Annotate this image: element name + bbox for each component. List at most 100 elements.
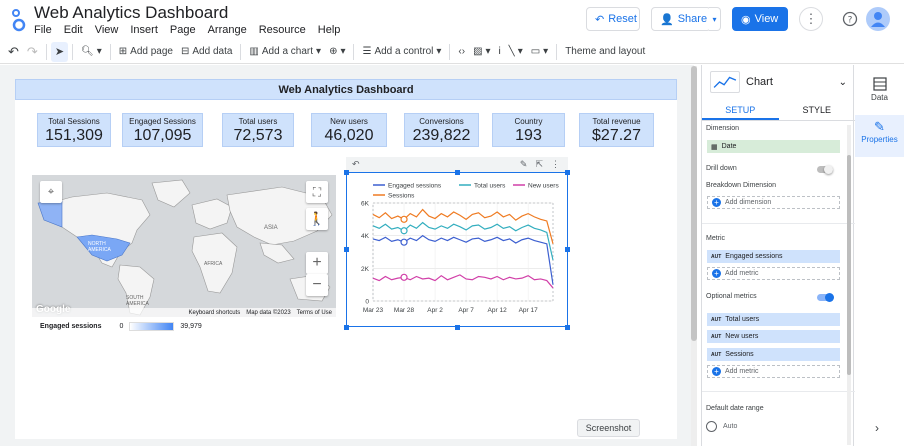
scorecard-total-users[interactable]: Total users 72,573 [222,113,294,147]
chart-export-icon[interactable]: ⇱ [535,159,543,170]
metric-chip-engaged-sessions[interactable]: AUT Engaged sessions [707,250,840,263]
caret-down-icon: ▾ [316,46,322,57]
scorecard-new-users[interactable]: New users 46,020 [311,113,387,147]
add-control-button[interactable]: ☰ Add a control ▾ [358,42,445,62]
report-header-text[interactable]: Web Analytics Dashboard [15,79,677,100]
embed-code-button[interactable]: ‹› [454,42,469,62]
map-pegman-button[interactable]: 🚶 [306,208,328,230]
keyboard-shortcuts-link[interactable]: Keyboard shortcuts [189,310,241,316]
more-options-button[interactable]: ⋮ [799,7,823,31]
panel-scrollbar-thumb[interactable] [847,155,851,375]
resize-handle-tl[interactable] [344,170,349,175]
chevron-down-icon[interactable]: ⌄ [839,77,847,88]
looker-studio-logo-icon[interactable] [10,8,26,32]
screenshot-tooltip: Screenshot [577,419,640,437]
dimension-chip-date[interactable]: ▦ Date [707,140,840,153]
redo-icon: ↷ [26,43,38,59]
menu-resource[interactable]: Resource [259,24,306,36]
scorecard-conversions[interactable]: Conversions 239,822 [404,113,479,147]
tab-style[interactable]: STYLE [779,99,856,120]
menu-file[interactable]: File [34,24,52,36]
resize-handle-tr[interactable] [565,170,570,175]
y-tick-label: 0 [365,299,369,306]
share-button[interactable]: 👤 Share [651,7,711,31]
add-page-icon: ⊞ [118,46,128,57]
account-avatar[interactable] [866,7,890,31]
chart-edit-icon[interactable]: ✎ [520,159,528,170]
shape-button[interactable]: ▭ ▾ [527,42,552,62]
menu-view[interactable]: View [95,24,119,36]
caret-down-icon: ▾ [543,46,549,57]
vertical-dots-icon: ⋮ [804,11,818,26]
zoom-button[interactable]: 🔍︎ ▾ [77,42,106,62]
drill-down-toggle[interactable] [817,165,833,174]
share-dropdown-button[interactable]: ▾ [709,7,721,31]
scorecard-engaged-sessions[interactable]: Engaged Sessions 107,095 [122,113,203,147]
community-viz-button[interactable]: ⊕ ▾ [325,42,349,62]
select-tool[interactable]: ➤ [50,41,69,62]
scorecard-country[interactable]: Country 193 [492,113,565,147]
text-icon: Ꭵ [498,46,501,57]
resize-handle-bm[interactable] [455,325,460,330]
legend-label: Sessions [388,193,415,200]
chart-more-icon[interactable]: ⋮ [551,159,560,170]
aut-badge: AUT [711,351,722,358]
menu-help[interactable]: Help [318,24,341,36]
redo-button[interactable]: ↷ [23,42,42,62]
optional-metric-new-users[interactable]: AUT New users [707,330,840,343]
canvas-scrollbar-thumb[interactable] [691,66,697,341]
menu-arrange[interactable]: Arrange [208,24,247,36]
optional-metrics-title: Optional metrics [706,293,757,300]
theme-layout-button[interactable]: Theme and layout [561,42,649,62]
optional-metric-total-users[interactable]: AUT Total users [707,313,840,326]
add-optional-metric-button[interactable]: + Add metric [707,365,840,378]
add-data-button[interactable]: ⊟ Add data [177,42,236,62]
add-chart-button[interactable]: ▥ Add a chart ▾ [245,42,325,62]
menu-page[interactable]: Page [170,24,196,36]
y-tick-label: 2K [361,266,370,273]
map-zoom-out-button[interactable]: − [306,274,328,296]
map-fullscreen-button[interactable]: ⛶ [306,181,328,203]
panel-scrollbar[interactable] [847,125,851,445]
chevron-right-icon[interactable]: › [875,421,879,435]
breakdown-title: Breakdown Dimension [706,182,777,189]
image-button[interactable]: ▨ ▾ [469,42,494,62]
scorecard-total-revenue[interactable]: Total revenue $27.27 [579,113,654,147]
add-metric-button[interactable]: + Add metric [707,267,840,280]
help-button[interactable]: ? [838,7,862,31]
resize-handle-br[interactable] [565,325,570,330]
scorecard-total-sessions[interactable]: Total Sessions 151,309 [37,113,111,147]
add-dimension-button[interactable]: + Add dimension [707,196,840,209]
view-button[interactable]: ◉ View [732,7,788,31]
map-zoom-in-button[interactable]: + [306,252,328,274]
pencil-icon: ✎ [874,119,885,134]
map-location-button[interactable]: ⌖ [40,181,62,203]
undo-button[interactable]: ↶ [4,42,23,62]
optional-metrics-toggle[interactable] [817,293,834,302]
text-button[interactable]: Ꭵ [495,42,505,62]
canvas-scrollbar[interactable] [691,66,697,446]
drill-down-label: Drill down [706,165,737,172]
time-series-chart[interactable]: Engaged sessions Total users New users Sess… [346,172,568,327]
menu-insert[interactable]: Insert [130,24,158,36]
geo-map[interactable]: NORTH AMERICA SOUTH AMERICA ASIA AFRICA … [32,175,336,317]
reset-button[interactable]: ↶ Reset [586,7,640,31]
terms-link[interactable]: Terms of Use [297,310,332,316]
series-highlight-point [400,238,408,246]
add-page-button[interactable]: ⊞ Add page [115,42,177,62]
report-title[interactable]: Web Analytics Dashboard [34,3,228,23]
optional-metric-sessions[interactable]: AUT Sessions [707,348,840,361]
resize-handle-ml[interactable] [344,247,349,252]
chart-reset-icon[interactable]: ↶ [352,159,360,170]
resize-handle-bl[interactable] [344,325,349,330]
series-line [372,274,554,289]
plus-icon: + [712,367,721,376]
resize-handle-mr[interactable] [565,247,570,252]
rail-properties-button[interactable]: ✎ Properties [855,115,904,157]
line-button[interactable]: ╲ ▾ [505,42,527,62]
tab-setup[interactable]: SETUP [702,99,779,120]
resize-handle-tm[interactable] [455,170,460,175]
date-range-auto-radio[interactable]: Auto [706,421,737,432]
menu-edit[interactable]: Edit [64,24,83,36]
rail-data-button[interactable]: Data [855,75,904,115]
